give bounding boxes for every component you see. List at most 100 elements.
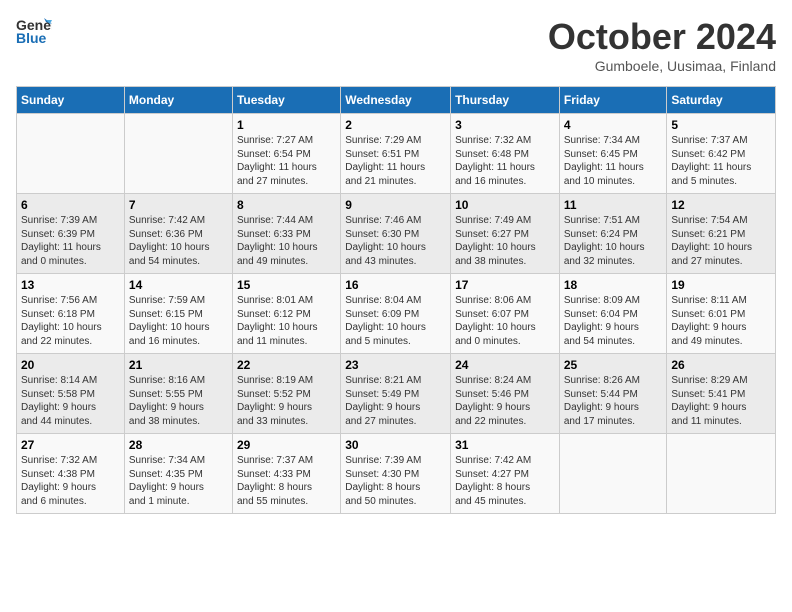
day-number: 16: [345, 278, 446, 292]
day-number: 6: [21, 198, 120, 212]
calendar-cell: 8 Sunrise: 7:44 AM Sunset: 6:33 PM Daylig…: [232, 194, 340, 274]
weekday-header-monday: Monday: [124, 87, 232, 114]
weekday-header-saturday: Saturday: [667, 87, 776, 114]
logo: General Blue: [16, 16, 52, 46]
day-number: 19: [671, 278, 771, 292]
day-detail: Sunrise: 7:34 AM Sunset: 4:35 PM Dayligh…: [129, 454, 228, 508]
calendar-cell: 6 Sunrise: 7:39 AM Sunset: 6:39 PM Daylig…: [17, 194, 125, 274]
day-number: 26: [671, 358, 771, 372]
weekday-header-sunday: Sunday: [17, 87, 125, 114]
calendar-cell: 3 Sunrise: 7:32 AM Sunset: 6:48 PM Daylig…: [451, 114, 560, 194]
weekday-header-friday: Friday: [559, 87, 667, 114]
day-number: 27: [21, 438, 120, 452]
day-detail: Sunrise: 8:11 AM Sunset: 6:01 PM Dayligh…: [671, 294, 771, 348]
day-number: 4: [564, 118, 663, 132]
day-detail: Sunrise: 8:09 AM Sunset: 6:04 PM Dayligh…: [564, 294, 663, 348]
calendar-cell: 20Sunrise: 8:14 AM Sunset: 5:58 PM Dayli…: [17, 354, 125, 434]
calendar-cell: 5Sunrise: 7:37 AM Sunset: 6:42 PM Daylig…: [667, 114, 776, 194]
day-detail: Sunrise: 7:34 AM Sunset: 6:45 PM Dayligh…: [564, 134, 663, 188]
day-number: 25: [564, 358, 663, 372]
svg-text:Blue: Blue: [16, 30, 47, 46]
day-number: 18: [564, 278, 663, 292]
day-number: 30: [345, 438, 446, 452]
weekday-header-row: SundayMondayTuesdayWednesdayThursdayFrid…: [17, 87, 776, 114]
day-detail: Sunrise: 8:16 AM Sunset: 5:55 PM Dayligh…: [129, 374, 228, 428]
calendar-cell: 11 Sunrise: 7:51 AM Sunset: 6:24 PM Dayli…: [559, 194, 667, 274]
day-detail: Sunrise: 7:51 AM Sunset: 6:24 PM Dayligh…: [564, 214, 663, 268]
calendar-cell: 29 Sunrise: 7:37 AM Sunset: 4:33 PM Dayli…: [232, 434, 340, 514]
calendar-cell: 4 Sunrise: 7:34 AM Sunset: 6:45 PM Daylig…: [559, 114, 667, 194]
day-detail: Sunrise: 8:06 AM Sunset: 6:07 PM Dayligh…: [455, 294, 555, 348]
calendar-week-row: 27 Sunrise: 7:32 AM Sunset: 4:38 PM Dayli…: [17, 434, 776, 514]
calendar-cell: 28Sunrise: 7:34 AM Sunset: 4:35 PM Dayli…: [124, 434, 232, 514]
calendar-cell: [667, 434, 776, 514]
day-detail: Sunrise: 7:49 AM Sunset: 6:27 PM Dayligh…: [455, 214, 555, 268]
logo-icon: General Blue: [16, 16, 52, 46]
day-detail: Sunrise: 7:32 AM Sunset: 6:48 PM Dayligh…: [455, 134, 555, 188]
calendar-week-row: 6 Sunrise: 7:39 AM Sunset: 6:39 PM Daylig…: [17, 194, 776, 274]
day-number: 15: [237, 278, 336, 292]
calendar-cell: 10 Sunrise: 7:49 AM Sunset: 6:27 PM Dayli…: [451, 194, 560, 274]
day-detail: Sunrise: 8:21 AM Sunset: 5:49 PM Dayligh…: [345, 374, 446, 428]
day-number: 11: [564, 198, 663, 212]
day-detail: Sunrise: 7:42 AM Sunset: 6:36 PM Dayligh…: [129, 214, 228, 268]
calendar-cell: 23Sunrise: 8:21 AM Sunset: 5:49 PM Dayli…: [341, 354, 451, 434]
calendar-cell: 22 Sunrise: 8:19 AM Sunset: 5:52 PM Dayli…: [232, 354, 340, 434]
calendar-cell: 27 Sunrise: 7:32 AM Sunset: 4:38 PM Dayli…: [17, 434, 125, 514]
calendar-cell: 9 Sunrise: 7:46 AM Sunset: 6:30 PM Daylig…: [341, 194, 451, 274]
day-detail: Sunrise: 7:27 AM Sunset: 6:54 PM Dayligh…: [237, 134, 336, 188]
day-number: 14: [129, 278, 228, 292]
day-detail: Sunrise: 7:29 AM Sunset: 6:51 PM Dayligh…: [345, 134, 446, 188]
calendar-week-row: 1Sunrise: 7:27 AM Sunset: 6:54 PM Daylig…: [17, 114, 776, 194]
month-title: October 2024: [548, 16, 776, 58]
location-subtitle: Gumboele, Uusimaa, Finland: [548, 58, 776, 74]
calendar-cell: 14 Sunrise: 7:59 AM Sunset: 6:15 PM Dayli…: [124, 274, 232, 354]
day-number: 22: [237, 358, 336, 372]
day-detail: Sunrise: 8:29 AM Sunset: 5:41 PM Dayligh…: [671, 374, 771, 428]
day-number: 7: [129, 198, 228, 212]
day-detail: Sunrise: 8:04 AM Sunset: 6:09 PM Dayligh…: [345, 294, 446, 348]
day-detail: Sunrise: 7:59 AM Sunset: 6:15 PM Dayligh…: [129, 294, 228, 348]
calendar-cell: 19 Sunrise: 8:11 AM Sunset: 6:01 PM Dayli…: [667, 274, 776, 354]
calendar-cell: 2Sunrise: 7:29 AM Sunset: 6:51 PM Daylig…: [341, 114, 451, 194]
day-detail: Sunrise: 8:01 AM Sunset: 6:12 PM Dayligh…: [237, 294, 336, 348]
calendar-cell: 31Sunrise: 7:42 AM Sunset: 4:27 PM Dayli…: [451, 434, 560, 514]
day-detail: Sunrise: 7:39 AM Sunset: 4:30 PM Dayligh…: [345, 454, 446, 508]
day-number: 8: [237, 198, 336, 212]
day-number: 29: [237, 438, 336, 452]
day-detail: Sunrise: 7:32 AM Sunset: 4:38 PM Dayligh…: [21, 454, 120, 508]
day-number: 20: [21, 358, 120, 372]
day-detail: Sunrise: 7:39 AM Sunset: 6:39 PM Dayligh…: [21, 214, 120, 268]
day-number: 10: [455, 198, 555, 212]
calendar-cell: 16 Sunrise: 8:04 AM Sunset: 6:09 PM Dayli…: [341, 274, 451, 354]
calendar-cell: 26 Sunrise: 8:29 AM Sunset: 5:41 PM Dayli…: [667, 354, 776, 434]
calendar-cell: 15 Sunrise: 8:01 AM Sunset: 6:12 PM Dayli…: [232, 274, 340, 354]
day-number: 31: [455, 438, 555, 452]
day-number: 9: [345, 198, 446, 212]
calendar-cell: 24Sunrise: 8:24 AM Sunset: 5:46 PM Dayli…: [451, 354, 560, 434]
day-number: 12: [671, 198, 771, 212]
calendar-cell: 1Sunrise: 7:27 AM Sunset: 6:54 PM Daylig…: [232, 114, 340, 194]
day-number: 5: [671, 118, 771, 132]
weekday-header-tuesday: Tuesday: [232, 87, 340, 114]
title-area: October 2024 Gumboele, Uusimaa, Finland: [548, 16, 776, 74]
day-number: 21: [129, 358, 228, 372]
calendar-week-row: 20Sunrise: 8:14 AM Sunset: 5:58 PM Dayli…: [17, 354, 776, 434]
day-detail: Sunrise: 8:26 AM Sunset: 5:44 PM Dayligh…: [564, 374, 663, 428]
calendar-cell: 25 Sunrise: 8:26 AM Sunset: 5:44 PM Dayli…: [559, 354, 667, 434]
calendar-cell: 18 Sunrise: 8:09 AM Sunset: 6:04 PM Dayli…: [559, 274, 667, 354]
day-detail: Sunrise: 8:19 AM Sunset: 5:52 PM Dayligh…: [237, 374, 336, 428]
calendar-cell: 13Sunrise: 7:56 AM Sunset: 6:18 PM Dayli…: [17, 274, 125, 354]
calendar-table: SundayMondayTuesdayWednesdayThursdayFrid…: [16, 86, 776, 514]
calendar-cell: [124, 114, 232, 194]
calendar-cell: 12Sunrise: 7:54 AM Sunset: 6:21 PM Dayli…: [667, 194, 776, 274]
weekday-header-wednesday: Wednesday: [341, 87, 451, 114]
day-number: 3: [455, 118, 555, 132]
page-header: General Blue October 2024 Gumboele, Uusi…: [16, 16, 776, 74]
day-detail: Sunrise: 7:46 AM Sunset: 6:30 PM Dayligh…: [345, 214, 446, 268]
day-detail: Sunrise: 7:44 AM Sunset: 6:33 PM Dayligh…: [237, 214, 336, 268]
day-number: 13: [21, 278, 120, 292]
day-detail: Sunrise: 7:37 AM Sunset: 4:33 PM Dayligh…: [237, 454, 336, 508]
calendar-cell: 17Sunrise: 8:06 AM Sunset: 6:07 PM Dayli…: [451, 274, 560, 354]
day-detail: Sunrise: 8:24 AM Sunset: 5:46 PM Dayligh…: [455, 374, 555, 428]
